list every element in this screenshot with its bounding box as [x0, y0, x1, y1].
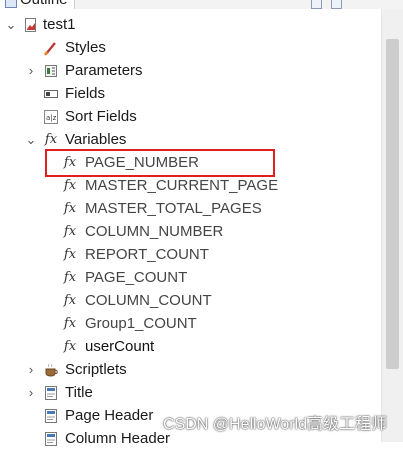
- chevron-right-icon[interactable]: ›: [25, 359, 37, 381]
- fx-icon: fx: [63, 339, 77, 354]
- chevron-right-icon[interactable]: ›: [25, 382, 37, 404]
- variable-item[interactable]: fx MASTER_TOTAL_PAGES: [0, 198, 360, 220]
- sort-icon: a|z: [43, 109, 59, 125]
- scrollbar-thumb[interactable]: [386, 39, 399, 369]
- toolbar-collapse-all-icon[interactable]: [311, 0, 322, 9]
- fx-icon: fx: [63, 293, 77, 308]
- tab-outline[interactable]: Outline: [0, 0, 75, 9]
- tree-node-label: Title: [65, 384, 93, 401]
- tree-node-sort-fields[interactable]: a|z Sort Fields: [0, 106, 360, 128]
- vertical-scrollbar[interactable]: [381, 9, 403, 442]
- view-toolbar: Outline: [0, 0, 403, 9]
- band-icon: [43, 431, 59, 447]
- fx-icon: fx: [63, 224, 77, 239]
- variable-item[interactable]: fx PAGE_COUNT: [0, 267, 360, 289]
- variable-item[interactable]: fx Group1_COUNT: [0, 313, 360, 335]
- variable-label: MASTER_TOTAL_PAGES: [85, 200, 262, 217]
- chevron-down-icon[interactable]: ⌄: [25, 129, 37, 151]
- fx-icon: fx: [63, 178, 77, 193]
- toolbar-link-icon[interactable]: [331, 0, 342, 9]
- variable-label: userCount: [85, 338, 155, 355]
- tree-node-title[interactable]: › Title: [0, 382, 360, 404]
- tree-node-variables[interactable]: ⌄ fx Variables: [0, 129, 360, 151]
- chevron-right-icon[interactable]: ›: [25, 60, 37, 82]
- tree-node-label: Parameters: [65, 62, 143, 79]
- tree-node-root[interactable]: ⌄ test1: [0, 14, 360, 36]
- fx-icon: fx: [63, 201, 77, 216]
- tree-node-label: Sort Fields: [65, 108, 137, 125]
- fx-icon: fx: [63, 316, 77, 331]
- coffee-cup-icon: [43, 362, 59, 378]
- fx-icon: fx: [63, 270, 77, 285]
- variable-label: REPORT_COUNT: [85, 246, 209, 263]
- watermark: CSDN @HelloWorld高级工程师: [163, 416, 387, 433]
- variable-item[interactable]: fx userCount: [0, 336, 360, 358]
- svg-text:a|z: a|z: [46, 114, 57, 122]
- tree-node-scriptlets[interactable]: › Scriptlets: [0, 359, 360, 381]
- tree-node-label: test1: [43, 16, 76, 33]
- band-icon: [43, 385, 59, 401]
- variable-label: COLUMN_NUMBER: [85, 223, 224, 240]
- fx-icon: fx: [44, 132, 58, 147]
- variable-label: Group1_COUNT: [85, 315, 197, 332]
- variable-label: COLUMN_COUNT: [85, 292, 212, 309]
- tree-node-label: Column Header: [65, 430, 171, 447]
- variable-label: PAGE_NUMBER: [85, 154, 199, 171]
- tree-node-label: Variables: [65, 131, 127, 148]
- tree-node-fields[interactable]: Fields: [0, 83, 360, 105]
- fx-icon: fx: [63, 155, 77, 170]
- tree-node-label: Fields: [65, 85, 106, 102]
- variable-label: MASTER_CURRENT_PAGE: [85, 177, 279, 194]
- variable-item[interactable]: fx REPORT_COUNT: [0, 244, 360, 266]
- band-icon: [43, 408, 59, 424]
- tree-node-label: Styles: [65, 39, 106, 56]
- variable-item[interactable]: fx COLUMN_NUMBER: [0, 221, 360, 243]
- brush-icon: [43, 40, 59, 56]
- parameters-icon: [43, 63, 59, 79]
- fx-icon: fx: [63, 247, 77, 262]
- tab-label: Outline: [20, 0, 68, 8]
- outline-icon: [5, 0, 17, 8]
- variable-item[interactable]: fx MASTER_CURRENT_PAGE: [0, 175, 360, 197]
- tree-node-label: Scriptlets: [65, 361, 127, 378]
- variable-item[interactable]: fx PAGE_NUMBER: [0, 152, 360, 174]
- chevron-down-icon[interactable]: ⌄: [5, 14, 17, 36]
- tree-node-label: Page Header: [65, 407, 154, 424]
- variable-item[interactable]: fx COLUMN_COUNT: [0, 290, 360, 312]
- fields-icon: [43, 86, 59, 102]
- variable-label: PAGE_COUNT: [85, 269, 188, 286]
- tree-node-parameters[interactable]: › Parameters: [0, 60, 360, 82]
- tree-node-styles[interactable]: Styles: [0, 37, 360, 59]
- report-icon: [23, 17, 39, 33]
